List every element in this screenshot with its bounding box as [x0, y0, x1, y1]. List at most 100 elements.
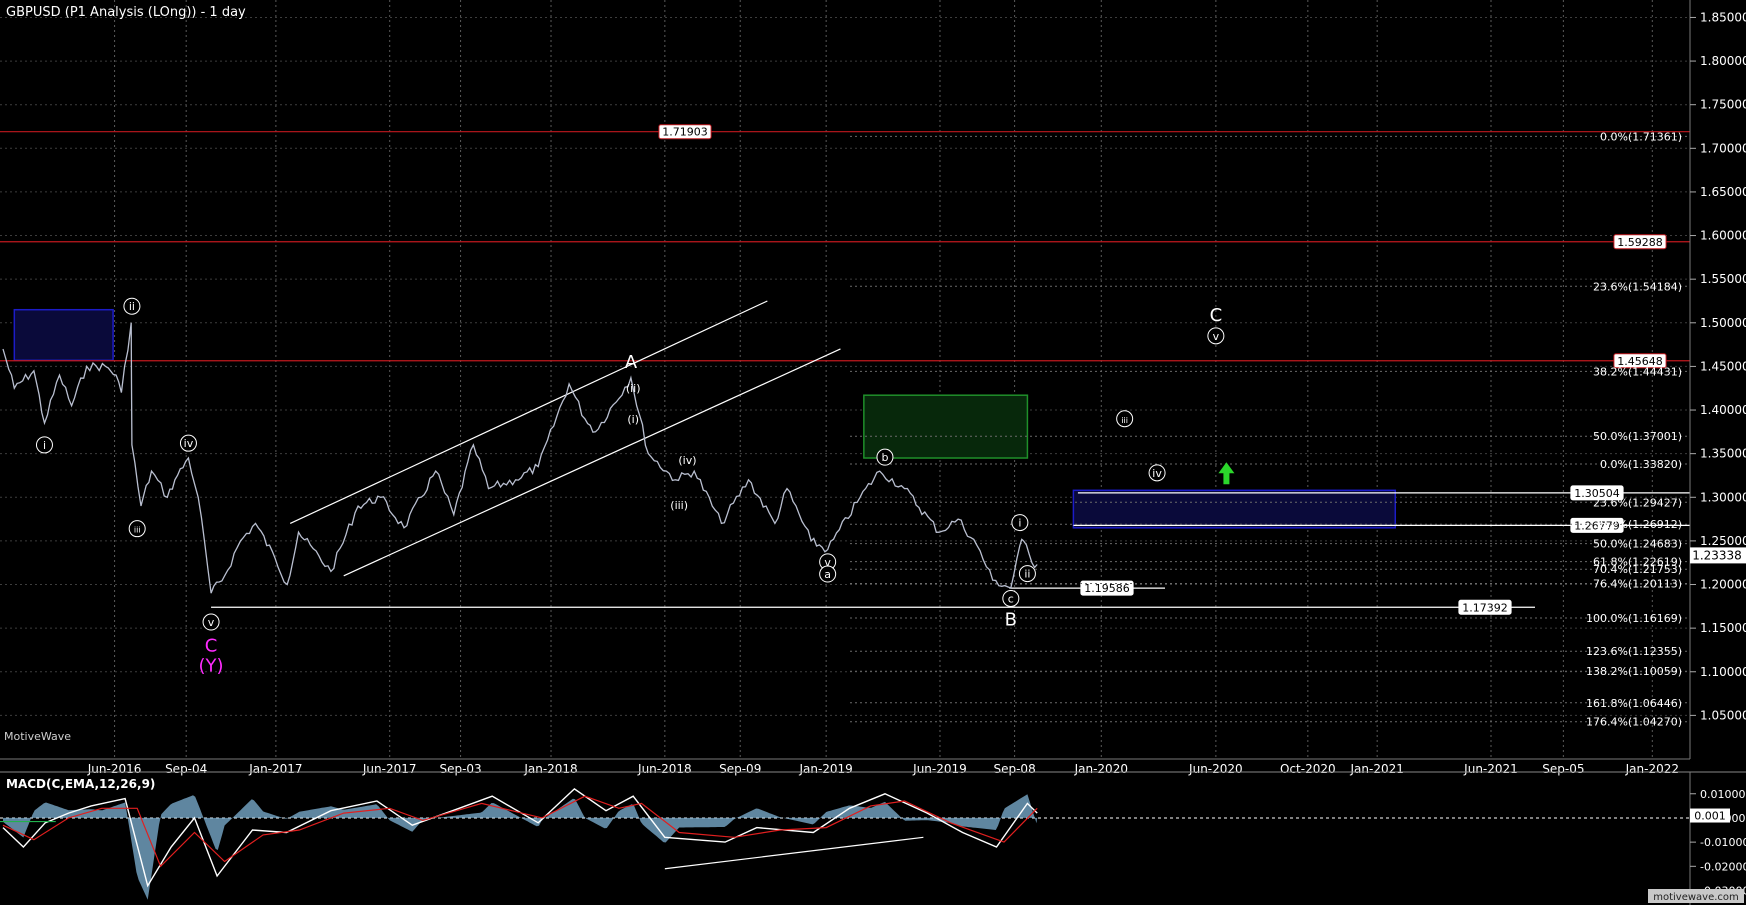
wave-label: (i): [627, 413, 639, 426]
fib-label: 0.0%(1.71361): [1600, 130, 1682, 143]
fib-label: 138.2%(1.10059): [1586, 665, 1682, 678]
fib-label: 70.4%(1.21753): [1593, 563, 1682, 576]
price-axis: 1.85000 1.80000 1.75000 1.70000 1.65000 1.600…: [1690, 10, 1746, 722]
wave-label: (ii): [626, 382, 641, 395]
time-axis: Jun-2016 Sep-04 Jan-2017 Jun-2017 Sep-03 Jan-…: [0, 758, 1690, 776]
channel-lines: [289, 300, 841, 577]
fib-label: 50.0%(1.37001): [1593, 430, 1682, 443]
grid-lines: [0, 0, 1690, 759]
level-label: 1.19586: [1084, 582, 1130, 595]
fib-label: 23.6%(1.54184): [1593, 280, 1682, 293]
x-tick-label: Jan-2017: [248, 762, 302, 776]
fib-label: 50.0%(1.24683): [1593, 538, 1682, 551]
y-tick-label: 1.60000: [1700, 229, 1746, 243]
x-tick-label: Jun-2018: [637, 762, 692, 776]
blue-zone-2016: [13, 308, 114, 362]
fib-label: 0.0%(1.33820): [1600, 458, 1682, 471]
y-tick-label: 1.45000: [1700, 359, 1746, 373]
wave-label: (iv): [678, 454, 696, 467]
wave-label: (Y): [199, 656, 224, 677]
x-tick-label: Sep-03: [439, 762, 481, 776]
level-label: 1.59288: [1617, 236, 1663, 249]
x-tick-label: Jan-2020: [1074, 762, 1128, 776]
blue-target-zone: [1072, 489, 1397, 529]
fib-label: 161.8%(1.06446): [1586, 697, 1682, 710]
y-tick-label: 1.40000: [1700, 403, 1746, 417]
wave-label: A: [625, 352, 638, 373]
fib-label: 76.4%(1.20113): [1593, 578, 1682, 591]
price-chart: 1.719031.592881.456481.305041.267791.195…: [0, 0, 1746, 905]
y-tick-label: 1.85000: [1700, 10, 1746, 24]
wave-labels: iiiiiiivvC(Y)A(ii)(i)(iv)(iii)bvaiiicBCv…: [35, 297, 1225, 677]
x-tick-label: Jun-2017: [362, 762, 417, 776]
green-zone-2019: [863, 394, 1029, 459]
y-tick-label: 1.80000: [1700, 54, 1746, 68]
y-tick-label: 1.15000: [1700, 621, 1746, 635]
x-tick-label: Sep-08: [993, 762, 1035, 776]
x-tick-label: Jan-2018: [523, 762, 577, 776]
wave-label: iii: [134, 526, 141, 535]
current-price-label: 1.23338: [1692, 548, 1742, 562]
macd-divergence-line: [664, 836, 924, 870]
wave-label: (iii): [670, 499, 688, 512]
fib-label: 23.6%(1.29427): [1593, 496, 1682, 509]
x-tick-label: Jan-2022: [1625, 762, 1679, 776]
wave-label: B: [1005, 609, 1017, 630]
x-tick-label: Jan-2019: [798, 762, 852, 776]
macd-y-tick-label: -0.01000: [1700, 836, 1746, 849]
y-tick-label: 1.50000: [1700, 316, 1746, 330]
wave-label: C: [1210, 305, 1223, 326]
fib-label: 38.2%(1.44431): [1593, 365, 1682, 378]
x-tick-label: Jun-2019: [912, 762, 967, 776]
x-tick-label: Jun-2020: [1188, 762, 1243, 776]
watermark: MotiveWave: [4, 730, 71, 743]
y-tick-label: 1.55000: [1700, 272, 1746, 286]
wave-label: v: [208, 616, 215, 629]
y-tick-label: 1.35000: [1700, 447, 1746, 461]
macd-value-label: 0.001: [1694, 810, 1726, 823]
up-arrow-icon: [1218, 462, 1235, 485]
y-tick-label: 1.20000: [1700, 578, 1746, 592]
x-tick-label: Jun-2016: [87, 762, 142, 776]
level-label: 1.71903: [662, 126, 708, 139]
footer-brand[interactable]: motivewave.com: [1653, 892, 1739, 903]
x-tick-label: Jan-2021: [1349, 762, 1403, 776]
y-tick-label: 1.70000: [1700, 141, 1746, 155]
macd-y-tick-label: 0.01000: [1700, 788, 1746, 801]
fib-label: 38.2%(1.26912): [1593, 518, 1682, 531]
wave-label: a: [824, 568, 831, 581]
wave-label: iii: [1121, 416, 1128, 425]
zone-rects: [13, 308, 1397, 529]
x-tick-label: Jun-2021: [1463, 762, 1518, 776]
macd-pane: MACD(C,EMA,12,26,9)0.010000.00000-0.0100…: [0, 771, 1746, 905]
wave-label: iv: [1152, 467, 1162, 480]
chart-title: GBPUSD (P1 Analysis (LOng)) - 1 day: [6, 5, 246, 20]
y-tick-label: 1.30000: [1700, 490, 1746, 504]
y-tick-label: 1.05000: [1700, 708, 1746, 722]
wave-label: v: [1213, 330, 1220, 343]
level-label: 1.17392: [1462, 601, 1508, 614]
wave-label: ii: [1024, 568, 1030, 581]
macd-y-tick-label: -0.02000: [1700, 860, 1746, 873]
fib-label: 100.0%(1.16169): [1586, 612, 1682, 625]
x-tick-label: Sep-09: [719, 762, 761, 776]
wave-label: C: [205, 636, 218, 657]
x-tick-label: Oct-2020: [1280, 762, 1336, 776]
y-tick-label: 1.10000: [1700, 665, 1746, 679]
wave-label: c: [1008, 592, 1014, 605]
wave-label: i: [43, 439, 46, 452]
x-tick-label: Sep-04: [165, 762, 207, 776]
y-tick-label: 1.75000: [1700, 98, 1746, 112]
fib-label: 123.6%(1.12355): [1586, 645, 1682, 658]
macd-histogram: [3, 794, 1038, 900]
channel-line: [289, 300, 768, 524]
y-tick-label: 1.65000: [1700, 185, 1746, 199]
wave-label: iv: [184, 437, 194, 450]
x-tick-label: Sep-05: [1542, 762, 1584, 776]
y-tick-label: 1.25000: [1700, 534, 1746, 548]
wave-label: ii: [129, 300, 135, 313]
fib-label: 176.4%(1.04270): [1586, 716, 1682, 729]
wave-label: i: [1018, 517, 1021, 530]
target-arrow: [1218, 462, 1235, 485]
wave-label: b: [881, 451, 888, 464]
